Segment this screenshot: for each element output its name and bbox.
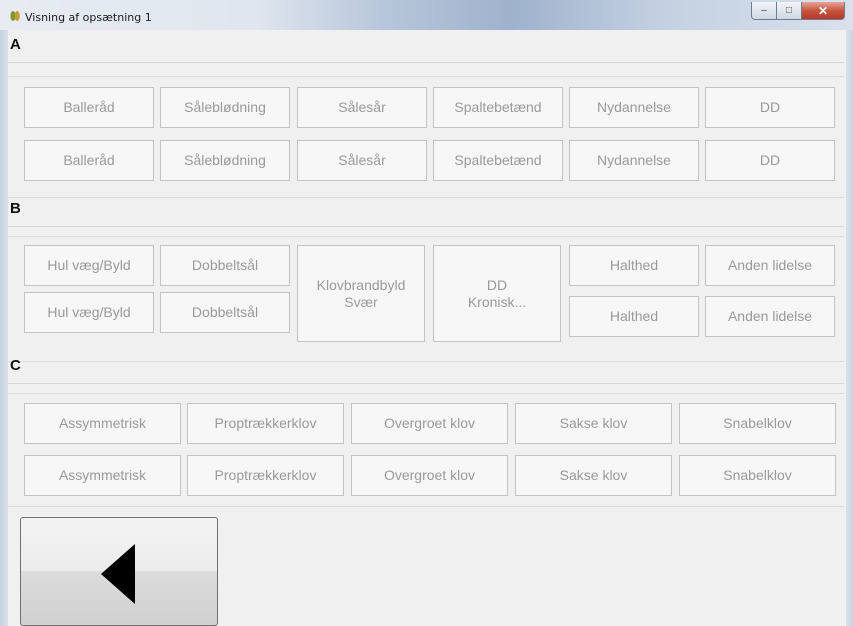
a-row2-button-5[interactable]: Nydannelse: [569, 140, 699, 181]
c-row2-button-4[interactable]: Sakse klov: [515, 455, 672, 496]
b-row1-button-2[interactable]: Dobbeltsål: [160, 245, 290, 286]
window-controls: – □ ✕: [751, 2, 845, 20]
minimize-button[interactable]: –: [751, 2, 777, 20]
window-title: Visning af opsætning 1: [25, 11, 152, 24]
a-row1-button-2-label: Såleblødning: [184, 99, 266, 115]
client-area: A Balleråd Såleblødning Sålesår Spaltebe…: [8, 30, 846, 626]
a-row2-button-2[interactable]: Såleblødning: [160, 140, 290, 181]
b-klovbrandbyld-button[interactable]: Klovbrandbyld Svær: [297, 245, 425, 342]
left-triangle-icon: [101, 544, 135, 604]
b-row2-button-2[interactable]: Dobbeltsål: [160, 292, 290, 333]
a-row2-button-6[interactable]: DD: [705, 140, 835, 181]
back-button[interactable]: [20, 517, 218, 626]
c-row1-button-1[interactable]: Assymmetrisk: [24, 403, 181, 444]
window-border-left: [0, 30, 8, 626]
section-c-label: C: [10, 357, 21, 374]
c-row2-button-1[interactable]: Assymmetrisk: [24, 455, 181, 496]
c-row2-button-3[interactable]: Overgroet klov: [351, 455, 508, 496]
b-row1-button-1[interactable]: Hul væg/Byld: [24, 245, 154, 286]
a-row1-button-1[interactable]: Balleråd: [24, 87, 154, 128]
a-row2-button-3[interactable]: Sålesår: [297, 140, 427, 181]
b-row1-button-anden-lidelse[interactable]: Anden lidelse: [705, 245, 835, 286]
section-b-label: B: [10, 200, 21, 217]
b-dd-kronisk-button[interactable]: DD Kronisk...: [433, 245, 561, 342]
section-b-divider: [8, 226, 844, 227]
a-row1-button-5[interactable]: Nydannelse: [569, 87, 699, 128]
c-row1-button-4[interactable]: Sakse klov: [515, 403, 672, 444]
app-icon: [10, 11, 20, 21]
b-klovbrandbyld-line2: Svær: [344, 293, 378, 310]
c-row1-button-2[interactable]: Proptrækkerklov: [187, 403, 344, 444]
b-row2-button-halthed[interactable]: Halthed: [569, 296, 699, 337]
b-row1-button-halthed[interactable]: Halthed: [569, 245, 699, 286]
section-c-divider: [8, 383, 844, 384]
b-dd-line1: DD: [486, 276, 508, 293]
c-row2-button-2[interactable]: Proptrækkerklov: [187, 455, 344, 496]
maximize-button[interactable]: □: [777, 2, 802, 20]
b-klovbrandbyld-line1: Klovbrandbyld: [316, 276, 406, 293]
a-row2-button-2-label: Såleblødning: [184, 152, 266, 168]
a-row2-button-1[interactable]: Balleråd: [24, 140, 154, 181]
c-row1-button-5[interactable]: Snabelklov: [679, 403, 836, 444]
a-row1-button-3[interactable]: Sålesår: [297, 87, 427, 128]
a-row1-button-4[interactable]: Spaltebetænd: [433, 87, 563, 128]
a-row1-button-6[interactable]: DD: [705, 87, 835, 128]
c-row1-button-3[interactable]: Overgroet klov: [351, 403, 508, 444]
section-a-divider: [8, 62, 844, 63]
window-border-right: [846, 30, 853, 626]
b-dd-line2: Kronisk...: [467, 293, 527, 310]
title-bar: Visning af opsætning 1 – □ ✕: [0, 0, 853, 30]
b-row2-button-anden-lidelse[interactable]: Anden lidelse: [705, 296, 835, 337]
section-a-label: A: [10, 36, 21, 53]
a-row1-button-2[interactable]: Såleblødning: [160, 87, 290, 128]
c-row2-button-5[interactable]: Snabelklov: [679, 455, 836, 496]
b-row2-button-1[interactable]: Hul væg/Byld: [24, 292, 154, 333]
a-row2-button-4[interactable]: Spaltebetænd: [433, 140, 563, 181]
close-button[interactable]: ✕: [802, 2, 845, 20]
